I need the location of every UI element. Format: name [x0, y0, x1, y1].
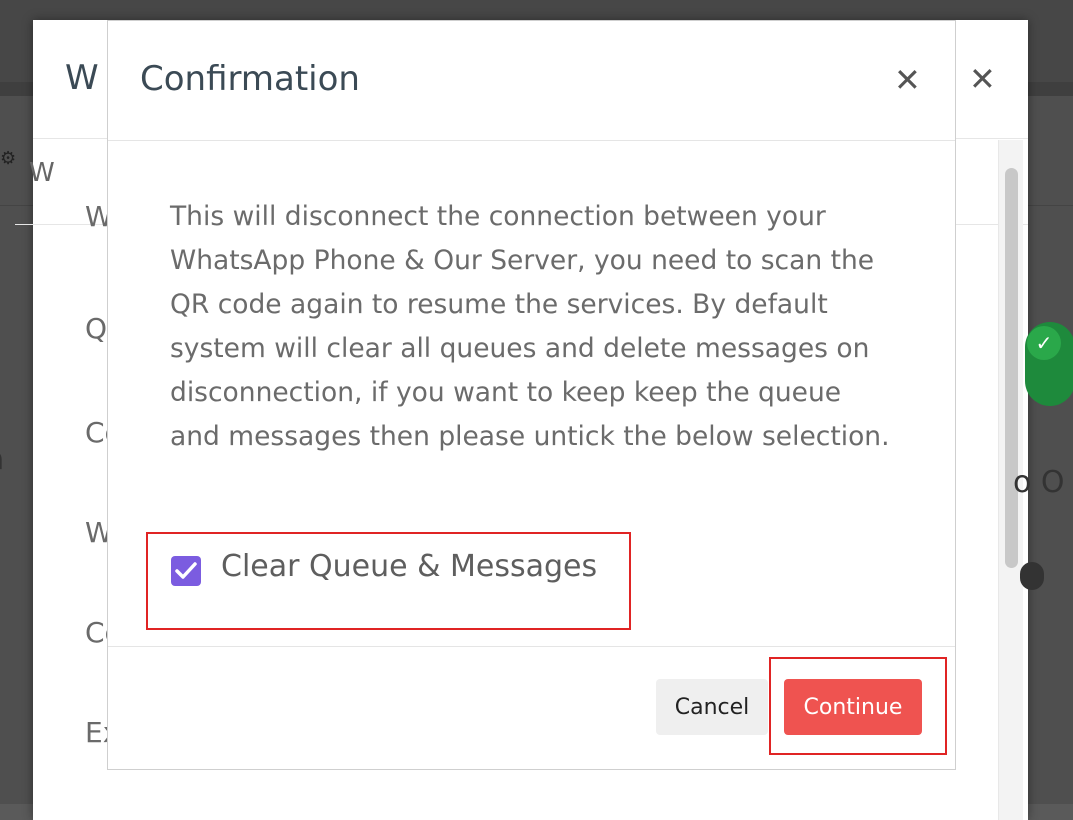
cancel-button[interactable]: Cancel: [656, 679, 768, 735]
dialog-title: Confirmation: [140, 59, 360, 99]
outer-modal-subheader-text: W: [29, 158, 55, 188]
confirmation-dialog: Confirmation ✕ This will disconnect the …: [107, 20, 956, 770]
outer-list-item: Q: [85, 312, 108, 345]
checkmark-icon: [175, 562, 197, 579]
gear-icon: ⚙: [0, 148, 17, 169]
dialog-footer-divider: [108, 646, 955, 647]
dialog-header: Confirmation ✕: [108, 21, 955, 141]
clear-queue-label[interactable]: Clear Queue & Messages: [221, 549, 597, 584]
background-right-text: o O: [1013, 465, 1065, 500]
continue-button[interactable]: Continue: [784, 679, 922, 735]
outer-scrollbar-thumb[interactable]: [1005, 168, 1018, 568]
dialog-message: This will disconnect the connection betw…: [170, 201, 890, 452]
background-toggle: [1020, 562, 1044, 590]
close-icon[interactable]: ✕: [969, 60, 996, 98]
outer-modal-title: W: [65, 58, 99, 98]
clear-queue-checkbox[interactable]: [171, 556, 201, 586]
check-circle-icon: ✓: [1027, 326, 1061, 360]
close-icon[interactable]: ✕: [894, 61, 921, 99]
background-left-text: na: [0, 442, 4, 477]
